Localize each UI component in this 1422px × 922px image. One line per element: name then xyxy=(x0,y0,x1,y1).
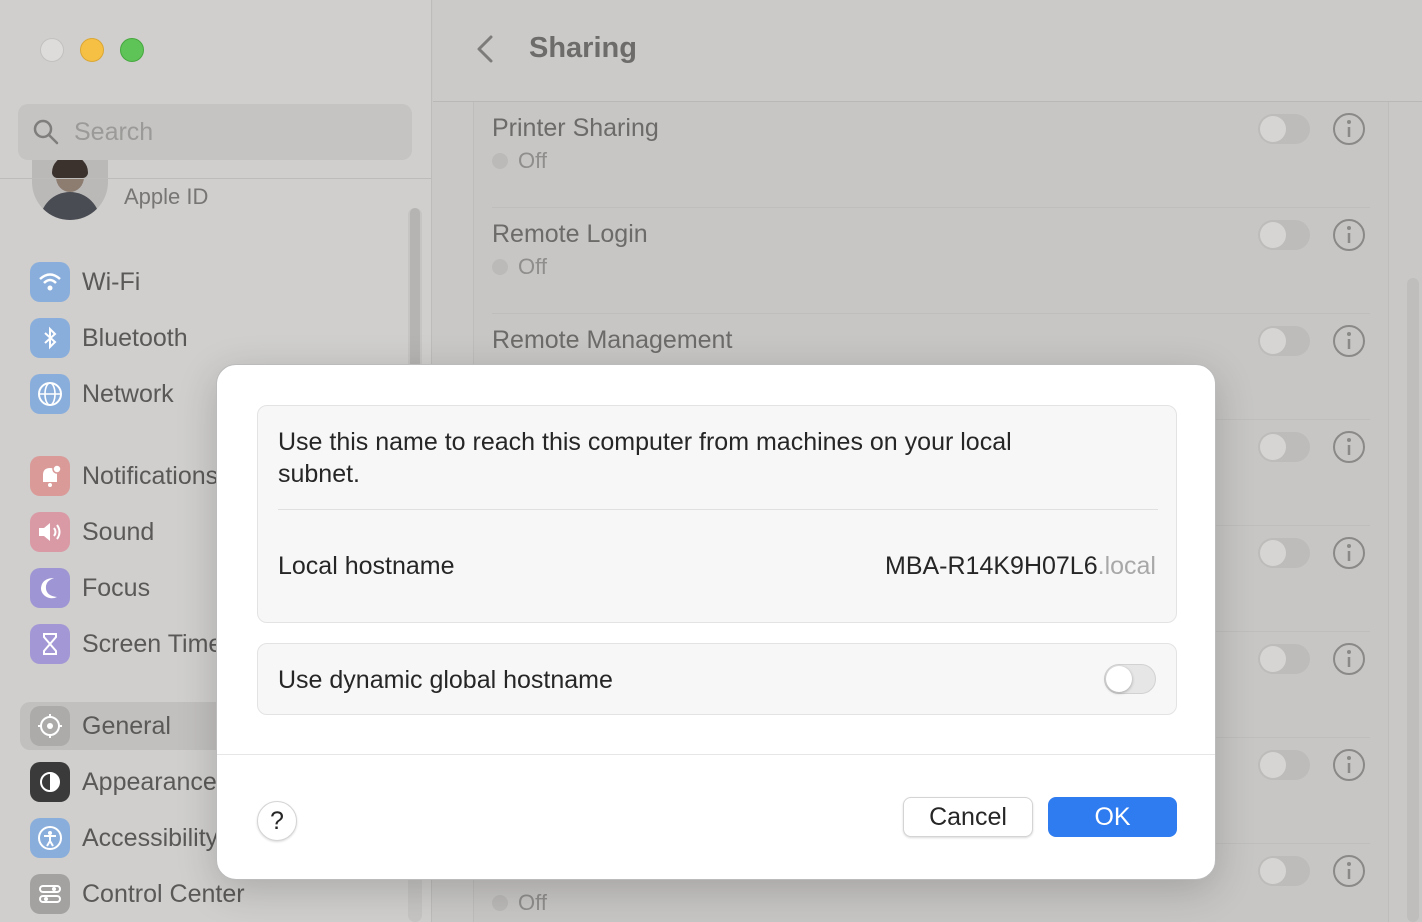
local-hostname-suffix: .local xyxy=(1097,552,1156,580)
row-title: Printer Sharing xyxy=(492,114,659,142)
sidebar-item-label: Network xyxy=(82,379,174,408)
row-status-text: Off xyxy=(518,254,547,279)
sidebar-item-wifi[interactable]: Wi-Fi xyxy=(30,258,410,306)
search-input[interactable]: Search xyxy=(18,104,412,160)
info-icon[interactable] xyxy=(1332,748,1366,782)
dynamic-hostname-toggle[interactable] xyxy=(1104,664,1156,694)
sidebar-item-label: General xyxy=(82,711,171,740)
accessibility-icon xyxy=(30,818,70,858)
remote-login-toggle[interactable] xyxy=(1258,220,1310,250)
sidebar-item-label: Sound xyxy=(82,517,155,546)
sidebar-item-label: Accessibility xyxy=(82,823,219,852)
dynamic-hostname-card: Use dynamic global hostname xyxy=(257,643,1177,715)
sidebar-divider xyxy=(0,178,432,179)
sharing-toggle[interactable] xyxy=(1258,644,1310,674)
row-status-text: Off xyxy=(518,148,547,173)
apple-id-item[interactable]: Apple ID xyxy=(32,160,412,224)
toolbar: Sharing xyxy=(433,0,1422,102)
apple-id-label: Apple ID xyxy=(124,184,209,209)
status-dot-icon xyxy=(492,259,508,275)
sharing-toggle[interactable] xyxy=(1258,538,1310,568)
search-placeholder: Search xyxy=(74,117,154,146)
printer-sharing-toggle[interactable] xyxy=(1258,114,1310,144)
row-status: Off xyxy=(492,148,547,174)
general-gear-icon xyxy=(30,706,70,746)
network-globe-icon xyxy=(30,374,70,414)
back-chevron-icon[interactable] xyxy=(473,34,497,64)
sharing-row-printer-sharing: Printer Sharing Off xyxy=(492,102,1370,208)
sidebar-item-label: Appearance xyxy=(82,767,217,796)
dynamic-hostname-label: Use dynamic global hostname xyxy=(278,666,613,694)
sidebar-item-label: Notifications xyxy=(82,461,219,490)
info-icon[interactable] xyxy=(1332,854,1366,888)
ok-button[interactable]: OK xyxy=(1048,797,1177,837)
info-icon[interactable] xyxy=(1332,324,1366,358)
window-controls xyxy=(40,38,144,62)
dialog-divider xyxy=(217,754,1215,755)
sharing-toggle[interactable] xyxy=(1258,856,1310,886)
sound-speaker-icon xyxy=(30,512,70,552)
zoom-window-button[interactable] xyxy=(120,38,144,62)
close-window-button[interactable] xyxy=(40,38,64,62)
focus-moon-icon xyxy=(30,568,70,608)
row-title: Remote Management xyxy=(492,326,733,354)
row-status: Off xyxy=(492,890,547,916)
sharing-row-remote-login: Remote Login Off xyxy=(492,208,1370,314)
sharing-toggle[interactable] xyxy=(1258,432,1310,462)
status-dot-icon xyxy=(492,895,508,911)
help-button[interactable]: ? xyxy=(257,801,297,841)
remote-management-toggle[interactable] xyxy=(1258,326,1310,356)
notifications-bell-icon xyxy=(30,456,70,496)
sharing-toggle[interactable] xyxy=(1258,750,1310,780)
sidebar-item-label: Focus xyxy=(82,573,151,602)
sidebar-item-label: Bluetooth xyxy=(82,323,188,352)
info-icon[interactable] xyxy=(1332,218,1366,252)
avatar xyxy=(32,160,108,220)
info-icon[interactable] xyxy=(1332,112,1366,146)
local-hostname-field[interactable]: MBA-R14K9H07L6.local xyxy=(885,552,1156,581)
row-status: Off xyxy=(492,254,547,280)
hostname-dialog: Use this name to reach this computer fro… xyxy=(216,364,1216,880)
row-title: Remote Login xyxy=(492,220,648,248)
sidebar-item-label: Screen Time xyxy=(82,629,223,658)
status-dot-icon xyxy=(492,153,508,169)
appearance-icon xyxy=(30,762,70,802)
sidebar-item-label: Wi-Fi xyxy=(82,267,141,296)
cancel-button[interactable]: Cancel xyxy=(903,797,1033,837)
info-icon[interactable] xyxy=(1332,536,1366,570)
bluetooth-icon xyxy=(30,318,70,358)
local-hostname-value: MBA-R14K9H07L6 xyxy=(885,552,1098,580)
hostname-card: Use this name to reach this computer fro… xyxy=(257,405,1177,623)
info-icon[interactable] xyxy=(1332,642,1366,676)
local-hostname-label: Local hostname xyxy=(278,552,455,580)
row-status-text: Off xyxy=(518,890,547,915)
sidebar-item-label: Control Center xyxy=(82,879,245,908)
sidebar-item-bluetooth[interactable]: Bluetooth xyxy=(30,314,410,362)
control-center-icon xyxy=(30,874,70,914)
minimize-window-button[interactable] xyxy=(80,38,104,62)
wifi-icon xyxy=(30,262,70,302)
info-icon[interactable] xyxy=(1332,430,1366,464)
screen-time-hourglass-icon xyxy=(30,624,70,664)
search-icon xyxy=(33,119,59,145)
hostname-description: Use this name to reach this computer fro… xyxy=(278,428,1012,488)
page-title: Sharing xyxy=(529,32,637,64)
main-scrollbar[interactable] xyxy=(1407,278,1419,922)
card-divider xyxy=(278,509,1158,510)
